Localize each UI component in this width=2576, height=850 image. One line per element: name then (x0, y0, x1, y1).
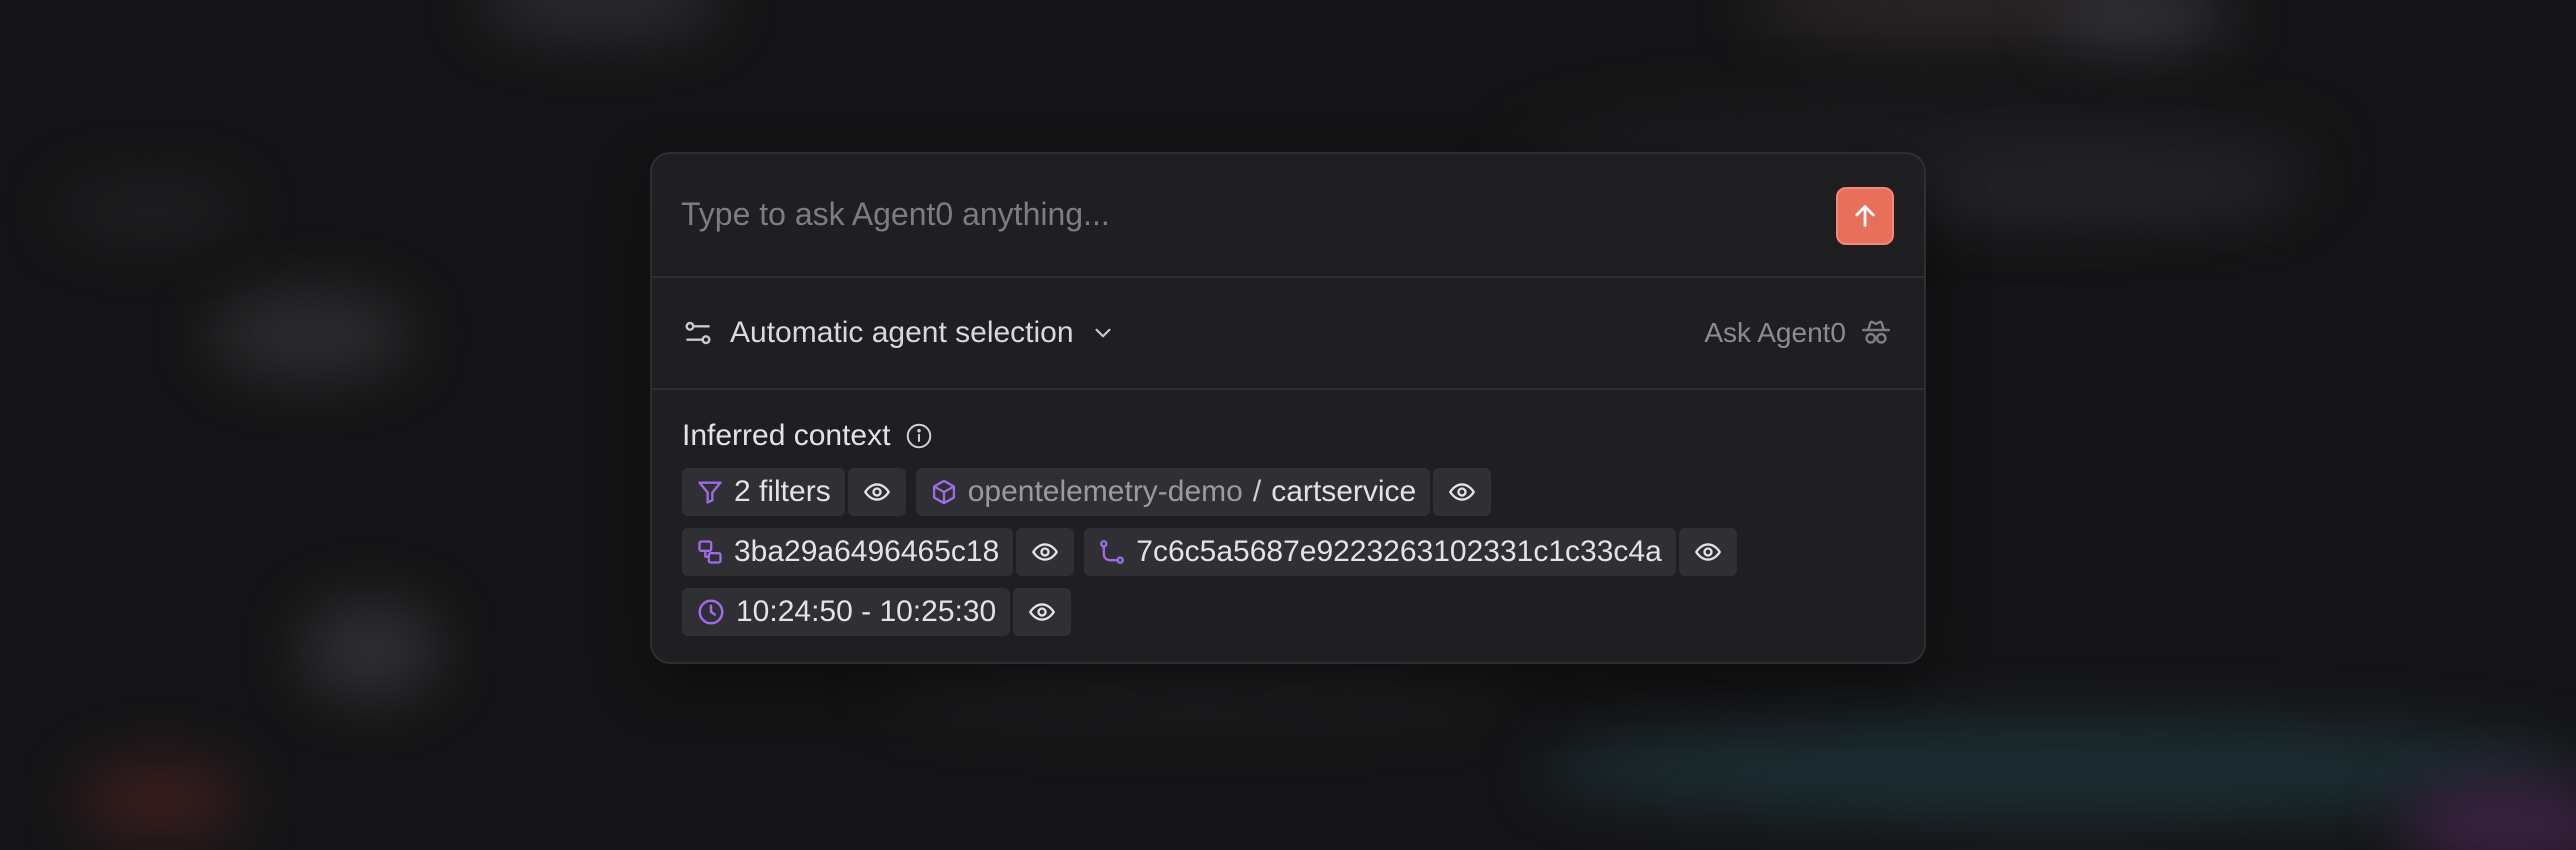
filters-chip[interactable]: 2 filters (682, 468, 845, 516)
context-chip-row: 2 filters opentelemetry-demo / cartservi… (682, 468, 1894, 516)
chevron-down-icon (1090, 320, 1116, 346)
agent-selector-label: Automatic agent selection (730, 316, 1074, 349)
span-id-label: 3ba29a6496465c18 (734, 535, 1000, 568)
cube-icon (930, 478, 958, 506)
agent-spy-icon (1858, 315, 1894, 351)
agent-selector-dropdown[interactable]: Automatic agent selection (682, 308, 1116, 358)
trace-chip-group: 7c6c5a5687e9223263102331c1c33c4a (1084, 528, 1737, 576)
span-chip-group: 3ba29a6496465c18 (682, 528, 1075, 576)
filters-eye-button[interactable] (847, 468, 906, 516)
service-eye-button[interactable] (1433, 468, 1492, 516)
filters-chip-label: 2 filters (734, 475, 831, 508)
service-name: cartservice (1271, 475, 1417, 508)
sliders-icon (682, 317, 714, 349)
clock-icon (696, 597, 726, 627)
service-namespace: opentelemetry-demo (967, 475, 1243, 508)
info-icon[interactable] (904, 421, 934, 451)
eye-icon (863, 478, 891, 506)
ask-agent-label: Ask Agent0 (1704, 317, 1846, 348)
ask-agent-button[interactable]: Ask Agent0 (1704, 308, 1894, 358)
prompt-row (652, 154, 1924, 278)
eye-icon (1031, 538, 1059, 566)
ask-agent-dialog: Automatic agent selection Ask Agent0 (650, 152, 1926, 664)
time-range-chip-group: 10:24:50 - 10:25:30 (682, 588, 1072, 636)
filter-icon (696, 478, 724, 506)
inferred-context-heading: Inferred context (682, 416, 1894, 456)
span-eye-button[interactable] (1016, 528, 1075, 576)
eye-icon (1028, 598, 1056, 626)
arrow-up-icon (1851, 202, 1879, 230)
agent-selection-row: Automatic agent selection Ask Agent0 (652, 278, 1924, 390)
service-chip[interactable]: opentelemetry-demo / cartservice (915, 468, 1431, 516)
span-icon (696, 538, 724, 566)
time-range-chip[interactable]: 10:24:50 - 10:25:30 (682, 588, 1011, 636)
trace-id-label: 7c6c5a5687e9223263102331c1c33c4a (1136, 535, 1662, 568)
trace-eye-button[interactable] (1678, 528, 1737, 576)
eye-icon (1448, 478, 1476, 506)
context-chip-row: 10:24:50 - 10:25:30 (682, 588, 1894, 636)
inferred-context-title: Inferred context (682, 419, 891, 452)
time-range-label: 10:24:50 - 10:25:30 (736, 595, 997, 628)
trace-chip[interactable]: 7c6c5a5687e9223263102331c1c33c4a (1084, 528, 1676, 576)
span-chip[interactable]: 3ba29a6496465c18 (682, 528, 1014, 576)
service-chip-group: opentelemetry-demo / cartservice (915, 468, 1492, 516)
inferred-context-section: Inferred context 2 filters opentelemetry… (682, 416, 1894, 636)
filters-chip-group: 2 filters (682, 468, 906, 516)
prompt-input[interactable] (681, 184, 1801, 244)
trace-route-icon (1098, 538, 1126, 566)
service-separator: / (1252, 475, 1262, 508)
eye-icon (1694, 538, 1722, 566)
context-chip-row: 3ba29a6496465c18 7c6c5a5687e922326310233… (682, 528, 1894, 576)
send-button[interactable] (1836, 187, 1894, 245)
time-range-eye-button[interactable] (1013, 588, 1072, 636)
